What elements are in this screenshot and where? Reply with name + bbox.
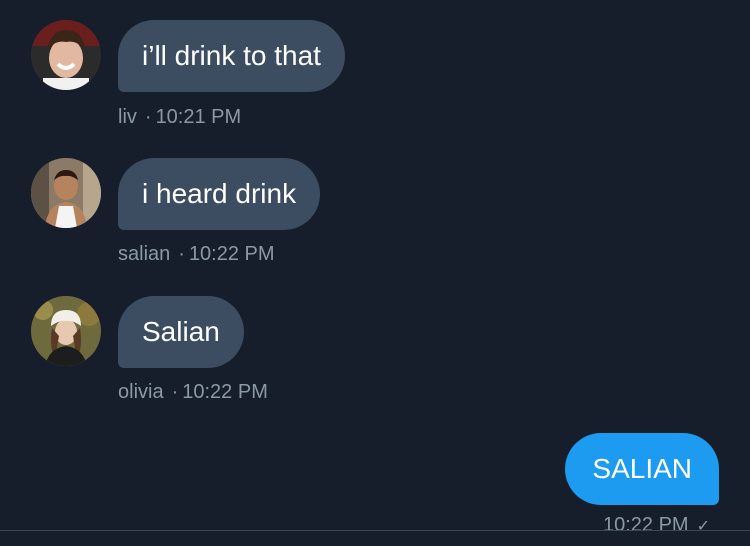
user-avatar-icon [31,158,101,228]
avatar-olivia[interactable] [31,296,101,366]
sender-name[interactable]: salian [118,243,170,265]
message-meta: salian · 10:22 PM [118,243,275,266]
message-meta: liv · 10:21 PM [118,106,241,129]
message-bubble[interactable]: i’ll drink to that [118,20,345,92]
user-avatar-icon [31,296,101,366]
meta-separator: · [171,381,179,403]
message-text: i heard drink [142,178,297,209]
avatar-salian[interactable] [31,158,101,228]
message-text: i’ll drink to that [142,40,321,71]
message-bubble[interactable]: Salian [118,296,244,368]
sender-name[interactable]: liv [118,106,137,128]
meta-separator: · [144,106,152,128]
avatar-liv[interactable] [31,20,101,90]
message-time: 10:22 PM [188,243,275,265]
conversation: i’ll drink to that liv · 10:21 PM i heard … [0,0,750,546]
message-text: Salian [142,316,220,347]
user-avatar-icon [31,20,101,90]
message-text: SALIAN [592,453,692,484]
outgoing-message-bubble[interactable]: SALIAN [565,433,719,505]
message-meta: olivia · 10:22 PM [118,381,268,404]
message-time: 10:21 PM [155,106,242,128]
meta-separator: · [178,243,185,265]
message-bubble[interactable]: i heard drink [118,158,321,230]
message-time: 10:22 PM [182,381,268,403]
compose-bar [0,531,750,546]
sender-name[interactable]: olivia [118,381,164,403]
